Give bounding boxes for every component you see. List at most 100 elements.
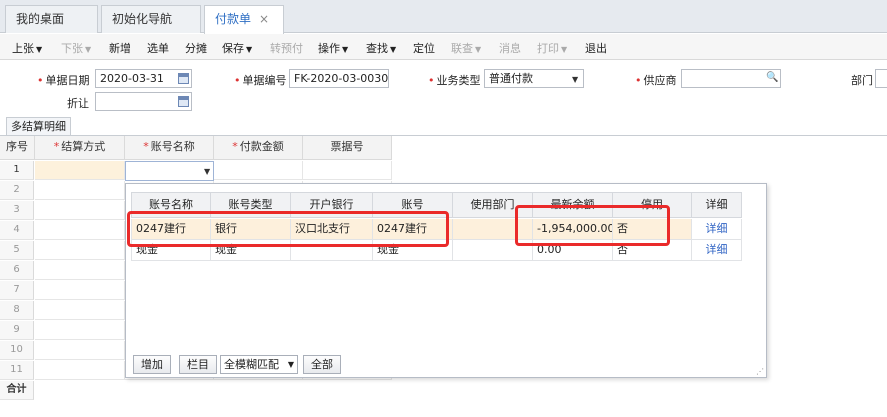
popup-detail-link[interactable]: 详细 — [692, 240, 742, 261]
popup-header-account-name: 账号名称 — [131, 192, 211, 218]
grid-row-number: 5 — [0, 241, 34, 260]
grid-cell[interactable] — [35, 281, 125, 300]
grid-cell[interactable] — [303, 161, 392, 180]
find-button[interactable]: 查找 ▼ — [366, 40, 396, 56]
caret-down-icon: ▼ — [246, 45, 253, 54]
tab-payment-voucher[interactable]: 付款单 × — [204, 5, 284, 34]
grid-row-number: 7 — [0, 281, 34, 300]
popup-cell-bank[interactable] — [291, 240, 373, 261]
detail-subtab[interactable]: 多结算明细 — [6, 117, 71, 136]
popup-header-detail: 详细 — [692, 192, 742, 218]
new-button[interactable]: 新增 — [109, 40, 131, 56]
grid-row-number: 4 — [0, 221, 34, 240]
operate-button[interactable]: 操作 ▼ — [318, 40, 348, 56]
caret-down-icon: ▼ — [36, 45, 43, 54]
resize-grip-icon[interactable]: ⋰ — [756, 367, 764, 376]
close-icon[interactable]: × — [259, 12, 269, 26]
allocate-button[interactable]: 分摊 — [185, 40, 207, 56]
tab-init-navigation[interactable]: 初始化导航 — [101, 5, 201, 33]
caret-down-icon: ▼ — [342, 45, 349, 54]
popup-cell-account-name[interactable]: 0247建行 — [131, 219, 211, 240]
grid-cell[interactable] — [35, 341, 125, 360]
popup-columns-button[interactable]: 栏目 — [179, 355, 217, 374]
date-label: • 单据日期 — [37, 74, 90, 87]
save-button[interactable]: 保存 ▼ — [222, 40, 252, 56]
popup-cell-account-type[interactable]: 银行 — [211, 219, 291, 240]
biztype-select[interactable]: 普通付款 — [484, 69, 584, 88]
dept-field[interactable] — [875, 69, 887, 88]
grid-cell[interactable] — [35, 321, 125, 340]
number-field[interactable]: FK-2020-03-0030 — [289, 69, 389, 88]
popup-cell-balance[interactable]: 0.00 — [533, 240, 613, 261]
caret-down-icon: ▼ — [204, 167, 211, 176]
grid-header-settlement: * 结算方式 — [35, 136, 125, 160]
print-button[interactable]: 打印 ▼ — [537, 40, 567, 56]
grid-row-number: 3 — [0, 201, 34, 220]
caret-down-icon: ▼ — [475, 45, 482, 54]
calendar-icon[interactable] — [178, 73, 189, 84]
caret-down-icon: ▼ — [287, 360, 294, 369]
popup-cell-account-name[interactable]: 现金 — [131, 240, 211, 261]
popup-cell-account-no[interactable]: 0247建行 — [373, 219, 453, 240]
tab-label: 我的桌面 — [16, 12, 65, 26]
grid-row-number: 6 — [0, 261, 34, 280]
message-button[interactable]: 消息 — [499, 40, 521, 56]
popup-cell-disabled[interactable]: 否 — [613, 240, 692, 261]
popup-cell-account-type[interactable]: 现金 — [211, 240, 291, 261]
exit-button[interactable]: 退出 — [585, 40, 607, 56]
popup-cell-account-no[interactable]: 现金 — [373, 240, 453, 261]
popup-add-button[interactable]: 增加 — [133, 355, 171, 374]
biztype-label: • 业务类型 — [428, 74, 481, 87]
popup-header-account-no: 账号 — [373, 192, 453, 218]
account-name-select[interactable]: ▼ — [125, 161, 214, 181]
linked-query-button[interactable]: 联查 ▼ — [451, 40, 481, 56]
match-mode-select[interactable]: 全模糊匹配 ▼ — [220, 355, 298, 374]
grid-cell[interactable] — [35, 181, 125, 200]
to-prepay-button[interactable]: 转预付 — [270, 40, 303, 56]
grid-header-amount: * 付款金额 — [214, 136, 303, 160]
caret-down-icon: ▼ — [390, 45, 397, 54]
grid-row-number: 8 — [0, 301, 34, 320]
popup-cell-balance[interactable]: -1,954,000.00 — [533, 219, 613, 240]
popup-detail-link[interactable]: 详细 — [692, 219, 742, 240]
grid-total-label: 合计 — [0, 381, 34, 400]
caret-down-icon: ▼ — [561, 45, 568, 54]
locate-button[interactable]: 定位 — [413, 40, 435, 56]
grid-cell[interactable] — [35, 241, 125, 260]
grid-row-number: 1 — [0, 161, 34, 180]
account-picker-popup: 账号名称 账号类型 开户银行 账号 使用部门 最新余额 停用 详细 0247建行… — [125, 183, 767, 378]
popup-cell-dept[interactable] — [453, 219, 533, 240]
grid-cell[interactable] — [35, 361, 125, 380]
select-doc-button[interactable]: 选单 — [147, 40, 169, 56]
supplier-label: • 供应商 — [635, 74, 677, 87]
tab-label: 初始化导航 — [112, 12, 173, 26]
grid-cell[interactable] — [214, 161, 303, 180]
dept-label: 部门 — [851, 74, 873, 87]
popup-header-disabled: 停用 — [613, 192, 692, 218]
grid-cell[interactable] — [35, 161, 125, 180]
search-icon[interactable]: 🔍 — [766, 72, 778, 83]
number-label: • 单据编号 — [234, 74, 287, 87]
popup-header-balance: 最新余额 — [533, 192, 613, 218]
grid-header-account: * 账号名称 — [125, 136, 214, 160]
toolbar: 上张 ▼ 下张 ▼ 新增 选单 分摊 保存 ▼ 转预付 操作 ▼ 查找 ▼ 定位 联查 ▼ … — [0, 34, 887, 60]
tab-my-desktop[interactable]: 我的桌面 — [5, 5, 98, 33]
grid-cell[interactable] — [35, 261, 125, 280]
grid-cell[interactable] — [35, 301, 125, 320]
grid-cell[interactable] — [35, 221, 125, 240]
next-button[interactable]: 下张 ▼ — [61, 40, 91, 56]
prev-button[interactable]: 上张 ▼ — [12, 40, 42, 56]
popup-header-account-type: 账号类型 — [211, 192, 291, 218]
grid-row-number: 2 — [0, 181, 34, 200]
calendar-icon[interactable] — [178, 96, 189, 107]
popup-cell-disabled[interactable]: 否 — [613, 219, 692, 240]
grid-row-number: 11 — [0, 361, 34, 380]
popup-header-dept: 使用部门 — [453, 192, 533, 218]
tab-bar: 我的桌面 初始化导航 付款单 × — [0, 0, 887, 34]
popup-cell-dept[interactable] — [453, 240, 533, 261]
popup-all-button[interactable]: 全部 — [303, 355, 341, 374]
tab-label: 付款单 — [215, 12, 252, 26]
grid-cell[interactable] — [35, 201, 125, 220]
popup-cell-bank[interactable]: 汉口北支行 — [291, 219, 373, 240]
grid-header-seq: 序号 — [0, 136, 35, 160]
